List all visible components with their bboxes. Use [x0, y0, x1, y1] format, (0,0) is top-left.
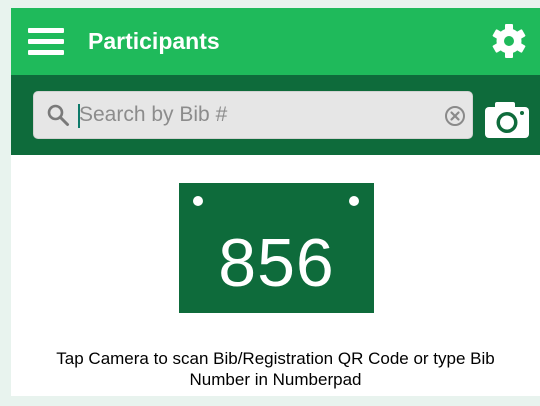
hamburger-menu-icon[interactable]	[28, 28, 64, 55]
clear-icon[interactable]	[444, 105, 466, 127]
search-field[interactable]	[33, 91, 473, 139]
bib-hole	[349, 196, 359, 206]
bib-number: 856	[218, 225, 335, 301]
app-bar: Participants	[11, 8, 540, 75]
instruction-text: Tap Camera to scan Bib/Registration QR C…	[11, 348, 540, 390]
bib-hole	[193, 196, 203, 206]
app-screen: Participants Search by Bib # 856 Tap Cam…	[11, 8, 540, 396]
search-input[interactable]	[79, 99, 409, 131]
camera-icon	[485, 102, 529, 138]
bib-illustration: 856	[179, 183, 374, 313]
page-title: Participants	[88, 28, 220, 54]
gear-icon	[492, 24, 526, 58]
settings-button[interactable]	[489, 21, 529, 61]
instruction-line-2: Number in Numberpad	[189, 370, 362, 389]
search-bar	[11, 75, 540, 155]
instruction-line-1: Tap Camera to scan Bib/Registration QR C…	[56, 349, 495, 368]
camera-button[interactable]	[482, 100, 532, 140]
search-icon	[47, 104, 69, 126]
